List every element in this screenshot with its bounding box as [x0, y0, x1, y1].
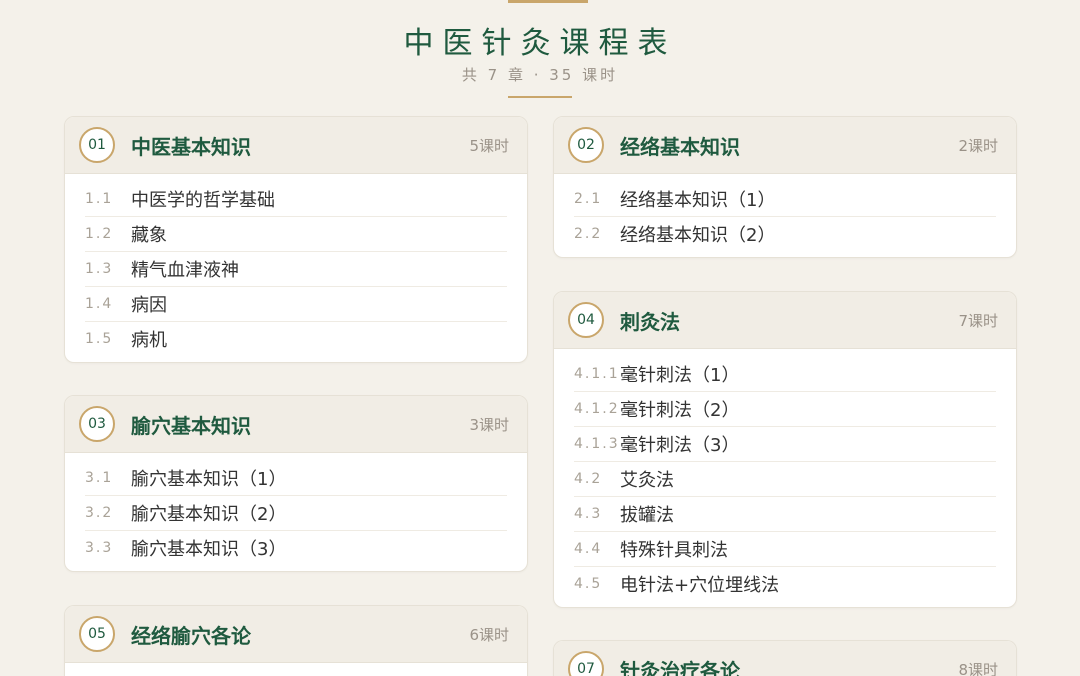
chapter-header[interactable]: 07 针灸治疗各论 8课时	[554, 641, 1016, 676]
lesson-label: 毫针刺法（2）	[620, 396, 739, 422]
lesson-label: 病因	[131, 291, 167, 317]
chapter-header[interactable]: 04 刺灸法 7课时	[554, 292, 1016, 349]
chapter-number-badge: 05	[79, 616, 115, 652]
chapter-number-badge: 03	[79, 406, 115, 442]
lesson-index: 4.1.3	[574, 436, 620, 452]
lesson-item[interactable]: 4.1.2毫针刺法（2）	[574, 392, 996, 427]
lesson-index: 4.5	[574, 576, 620, 592]
chapter-card-04: 04 刺灸法 7课时 4.1.1毫针刺法（1） 4.1.2毫针刺法（2） 4.1…	[553, 291, 1017, 608]
lesson-item[interactable]: 3.1腧穴基本知识（1）	[85, 461, 507, 496]
top-accent-line	[508, 0, 588, 3]
lesson-item[interactable]: 4.1.1毫针刺法（1）	[574, 357, 996, 392]
lesson-item[interactable]: 1.3精气血津液神	[85, 252, 507, 287]
lesson-item[interactable]: 4.3拔罐法	[574, 497, 996, 532]
chapter-title: 中医基本知识	[131, 131, 251, 160]
lesson-item[interactable]: 3.3腧穴基本知识（3）	[85, 531, 507, 565]
lesson-index: 4.1.2	[574, 401, 620, 417]
lesson-label: 拔罐法	[620, 501, 674, 527]
lesson-label: 艾灸法	[620, 466, 674, 492]
chapter-header[interactable]: 02 经络基本知识 2课时	[554, 117, 1016, 174]
lesson-index: 3.3	[85, 540, 131, 556]
lesson-label: 毫针刺法（3）	[620, 431, 739, 457]
lesson-label: 中医学的哲学基础	[131, 186, 275, 212]
lesson-item[interactable]: 4.4特殊针具刺法	[574, 532, 996, 567]
lesson-list: 1.1中医学的哲学基础 1.2藏象 1.3精气血津液神 1.4病因 1.5病机	[65, 174, 527, 362]
chapter-number-badge: 04	[568, 302, 604, 338]
lesson-item[interactable]: 3.2腧穴基本知识（2）	[85, 496, 507, 531]
lesson-item[interactable]: 1.4病因	[85, 287, 507, 322]
lesson-item[interactable]: 1.5病机	[85, 322, 507, 356]
chapter-hours: 3课时	[469, 414, 509, 435]
lesson-item[interactable]: 1.2藏象	[85, 217, 507, 252]
chapter-card-03: 03 腧穴基本知识 3课时 3.1腧穴基本知识（1） 3.2腧穴基本知识（2） …	[64, 395, 528, 572]
lesson-index: 4.4	[574, 541, 620, 557]
lesson-label: 病机	[131, 326, 167, 352]
page-title: 中医针灸课程表	[0, 18, 1080, 62]
lesson-label: 腧穴基本知识（2）	[131, 500, 286, 526]
lesson-item[interactable]: 2.1经络基本知识（1）	[574, 182, 996, 217]
subtitle-accent-line	[508, 96, 572, 98]
chapter-title: 刺灸法	[620, 306, 680, 335]
lesson-item[interactable]: 1.1中医学的哲学基础	[85, 182, 507, 217]
page-subtitle: 共 7 章 · 35 课时	[0, 64, 1080, 85]
lesson-label: 腧穴基本知识（3）	[131, 535, 286, 561]
chapter-title: 针灸治疗各论	[620, 655, 740, 676]
lesson-index: 4.1.1	[574, 366, 620, 382]
lesson-index: 4.2	[574, 471, 620, 487]
chapter-hours: 8课时	[958, 659, 998, 676]
chapter-hours: 6课时	[469, 624, 509, 645]
chapter-card-07: 07 针灸治疗各论 8课时	[553, 640, 1017, 676]
chapter-title: 经络腧穴各论	[131, 620, 251, 649]
lesson-label: 特殊针具刺法	[620, 536, 728, 562]
lesson-label: 经络基本知识（1）	[620, 186, 775, 212]
lesson-item[interactable]: 4.2艾灸法	[574, 462, 996, 497]
lesson-label: 毫针刺法（1）	[620, 361, 739, 387]
chapter-title: 腧穴基本知识	[131, 410, 251, 439]
chapter-hours: 5课时	[469, 135, 509, 156]
lesson-index: 2.1	[574, 191, 620, 207]
lesson-index: 1.4	[85, 296, 131, 312]
chapter-card-01: 01 中医基本知识 5课时 1.1中医学的哲学基础 1.2藏象 1.3精气血津液…	[64, 116, 528, 363]
chapter-number-badge: 02	[568, 127, 604, 163]
lesson-list: 4.1.1毫针刺法（1） 4.1.2毫针刺法（2） 4.1.3毫针刺法（3） 4…	[554, 349, 1016, 607]
lesson-label: 电针法+穴位埋线法	[620, 571, 779, 597]
lesson-label: 腧穴基本知识（1）	[131, 465, 286, 491]
lesson-item[interactable]: 4.5电针法+穴位埋线法	[574, 567, 996, 601]
lesson-index: 1.5	[85, 331, 131, 347]
lesson-index: 2.2	[574, 226, 620, 242]
chapter-number-badge: 01	[79, 127, 115, 163]
lesson-item[interactable]: 2.2经络基本知识（2）	[574, 217, 996, 251]
lesson-list: 2.1经络基本知识（1） 2.2经络基本知识（2）	[554, 174, 1016, 257]
chapter-header[interactable]: 03 腧穴基本知识 3课时	[65, 396, 527, 453]
lesson-index: 1.1	[85, 191, 131, 207]
lesson-index: 3.2	[85, 505, 131, 521]
chapter-card-05: 05 经络腧穴各论 6课时	[64, 605, 528, 676]
chapter-title: 经络基本知识	[620, 131, 740, 160]
chapter-hours: 7课时	[958, 310, 998, 331]
lesson-item[interactable]: 4.1.3毫针刺法（3）	[574, 427, 996, 462]
lesson-index: 1.3	[85, 261, 131, 277]
lesson-index: 4.3	[574, 506, 620, 522]
lesson-index: 1.2	[85, 226, 131, 242]
chapter-card-02: 02 经络基本知识 2课时 2.1经络基本知识（1） 2.2经络基本知识（2）	[553, 116, 1017, 258]
lesson-list: 3.1腧穴基本知识（1） 3.2腧穴基本知识（2） 3.3腧穴基本知识（3）	[65, 453, 527, 571]
lesson-label: 精气血津液神	[131, 256, 239, 282]
lesson-index: 3.1	[85, 470, 131, 486]
lesson-label: 经络基本知识（2）	[620, 221, 775, 247]
lesson-label: 藏象	[131, 221, 167, 247]
chapter-hours: 2课时	[958, 135, 998, 156]
chapter-header[interactable]: 01 中医基本知识 5课时	[65, 117, 527, 174]
chapter-header[interactable]: 05 经络腧穴各论 6课时	[65, 606, 527, 663]
chapter-number-badge: 07	[568, 651, 604, 676]
